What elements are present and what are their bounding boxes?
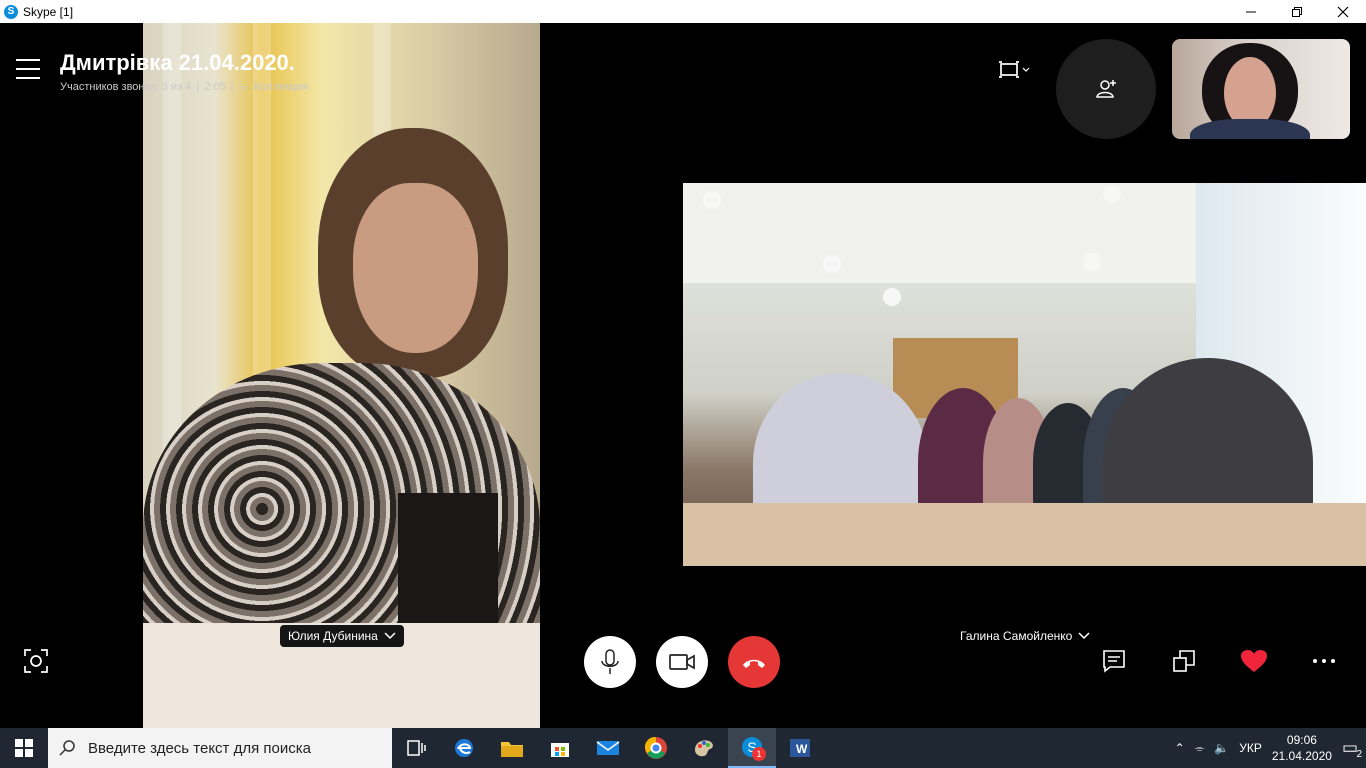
windows-taskbar: Введите здесь текст для поиска S 1 W ⌃ ⌯… [0, 728, 1366, 768]
add-person-icon [1096, 80, 1116, 98]
skype-icon: S [4, 4, 18, 19]
lamp [703, 191, 721, 209]
side-controls [1096, 643, 1342, 679]
system-tray: ⌃ ⌯ 🔈 УКР 09:06 21.04.2020 ▭ 2 [1175, 728, 1366, 768]
task-view-icon [407, 740, 426, 756]
minimize-button[interactable] [1228, 0, 1274, 23]
edge-button[interactable] [440, 728, 488, 768]
more-options-button[interactable] [1306, 643, 1342, 679]
window-titlebar: S Skype [1] [0, 0, 1366, 23]
word-icon: W [790, 739, 810, 757]
mail-button[interactable] [584, 728, 632, 768]
participant-name: Галина Самойленко [960, 629, 1073, 643]
participant-video-left[interactable] [143, 23, 540, 728]
network-icon[interactable]: ⌯ [1195, 741, 1205, 756]
chevron-up-icon[interactable]: ⌃ [1175, 741, 1185, 755]
start-button[interactable] [0, 728, 48, 768]
microphone-icon [601, 649, 619, 674]
store-button[interactable] [536, 728, 584, 768]
chat-icon [1103, 650, 1125, 673]
participant-name: Юлия Дубинина [288, 629, 378, 643]
end-call-button[interactable] [728, 636, 780, 688]
restore-icon [1292, 6, 1302, 17]
paint-icon [695, 740, 713, 757]
windows-logo-icon [15, 739, 33, 757]
add-person-button[interactable] [1056, 39, 1156, 139]
window-controls [1228, 0, 1366, 23]
word-button[interactable]: W [776, 728, 824, 768]
end-call-icon [743, 659, 765, 668]
microphone-button[interactable] [584, 636, 636, 688]
language-indicator[interactable]: УКР [1239, 741, 1262, 755]
close-icon [1337, 6, 1349, 17]
chevron-down-icon [384, 632, 396, 640]
skype-notification-badge: 1 [752, 747, 766, 761]
window-title: Skype [1] [23, 4, 74, 19]
close-button[interactable] [1320, 0, 1366, 23]
call-header: Дмитрівка 21.04.2020. Участников звонка:… [0, 23, 700, 113]
heart-icon [1241, 650, 1267, 672]
meta-separator: | [196, 81, 200, 93]
call-controls [584, 636, 780, 688]
participant-name-tag[interactable]: Галина Самойленко [960, 629, 1090, 643]
notification-center-icon[interactable]: ▭ 2 [1342, 738, 1362, 760]
chat-button[interactable] [1096, 643, 1132, 679]
task-view-button[interactable] [392, 728, 440, 768]
svg-text:W: W [796, 742, 808, 756]
switch-layout-button[interactable] [1166, 643, 1202, 679]
minimize-icon [1246, 11, 1256, 12]
collection-icon: ▭ [238, 82, 249, 94]
taskbar-clock[interactable]: 09:06 21.04.2020 [1272, 732, 1332, 764]
lamp [1083, 253, 1101, 271]
file-explorer-icon [501, 742, 523, 757]
notification-count: 2 [1356, 749, 1362, 760]
more-options-icon [1313, 659, 1335, 663]
taskbar-search[interactable]: Введите здесь текст для поиска [48, 728, 392, 768]
chrome-button[interactable] [632, 728, 680, 768]
screen-view-icon [999, 61, 1030, 78]
search-icon [48, 739, 88, 757]
edge-icon [455, 739, 473, 757]
file-explorer-button[interactable] [488, 728, 536, 768]
taskbar-time: 09:06 [1286, 733, 1317, 747]
call-meta: Участников звонка: 3 из 4 | 2:05 | ▭ Кол… [60, 81, 308, 94]
video-camera-icon [669, 654, 695, 670]
screen-view-button[interactable] [990, 52, 1040, 88]
menu-button[interactable] [16, 59, 40, 79]
meta-separator: | [230, 81, 234, 93]
top-right-controls [990, 39, 1040, 88]
paint-button[interactable] [680, 728, 728, 768]
taskbar-date: 21.04.2020 [1271, 749, 1332, 763]
mail-icon [596, 741, 620, 755]
lamp [883, 288, 901, 306]
participant-face [353, 183, 478, 353]
call-area: Юлия Дубинина Галина Самойленко [0, 23, 1366, 728]
classroom-desk [683, 503, 1366, 566]
participant-video-right[interactable] [683, 183, 1366, 566]
volume-icon[interactable]: 🔈 [1214, 741, 1229, 755]
snapshot-button[interactable] [18, 643, 54, 679]
self-video-preview[interactable] [1172, 39, 1350, 139]
camera-snapshot-icon [24, 649, 48, 673]
lamp [823, 255, 841, 273]
restore-button[interactable] [1274, 0, 1320, 23]
call-title: Дмитрівка 21.04.2020. [60, 50, 295, 75]
chrome-icon [644, 736, 667, 759]
lamp [1103, 185, 1121, 203]
store-icon [551, 743, 569, 757]
switch-layout-icon [1173, 650, 1195, 672]
call-duration: 2:05 [204, 81, 226, 93]
skype-taskbar-button[interactable]: S 1 [728, 728, 776, 768]
participant-count: Участников звонка: 3 из 4 [60, 81, 192, 93]
chevron-down-icon [1078, 632, 1090, 640]
video-button[interactable] [656, 636, 708, 688]
participant-name-tag[interactable]: Юлия Дубинина [280, 625, 404, 647]
react-button[interactable] [1236, 643, 1272, 679]
collection-link[interactable]: Коллекция [254, 81, 308, 94]
search-placeholder: Введите здесь текст для поиска [88, 739, 311, 757]
